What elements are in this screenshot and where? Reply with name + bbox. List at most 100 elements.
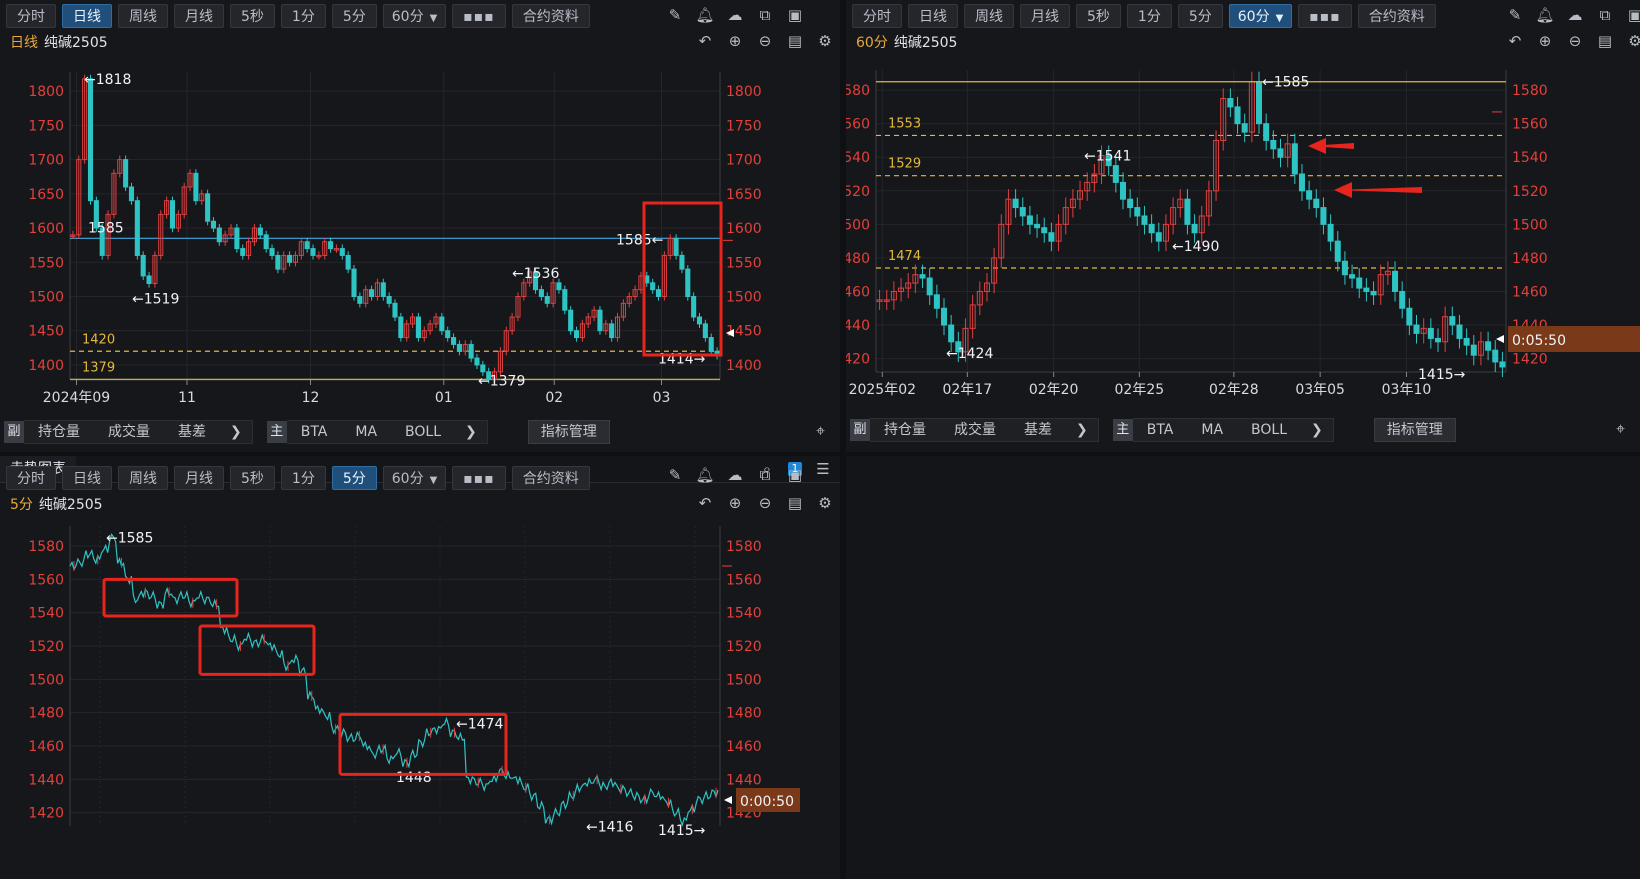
period-button-1[interactable]: 日线: [908, 4, 958, 28]
period-button-2[interactable]: 周线: [118, 4, 168, 28]
candle: [328, 241, 334, 250]
annotation-peak: 1585←: [616, 232, 663, 248]
settings-icon[interactable]: ⚙: [816, 32, 834, 50]
period-button-6[interactable]: 5分: [331, 4, 377, 28]
sub-indicator-0[interactable]: 持仓量: [870, 418, 940, 442]
candle: [673, 237, 679, 256]
chevron-right-icon[interactable]: ❯: [1066, 418, 1099, 442]
main-indicator-1[interactable]: MA: [341, 420, 392, 444]
indicator-manage-button[interactable]: 指标管理: [527, 420, 610, 444]
period-select-60[interactable]: 60分 ▼: [1228, 4, 1293, 28]
main-indicator-0[interactable]: BTA: [1132, 418, 1188, 442]
monitor-icon[interactable]: ▣: [1626, 6, 1640, 24]
cloud-icon[interactable]: ☁: [726, 466, 744, 484]
draw-icon[interactable]: ✎: [666, 6, 684, 24]
period-button-5[interactable]: 1分: [280, 4, 326, 28]
zoom-in-icon[interactable]: ⊕: [726, 32, 744, 50]
settings-icon[interactable]: ⚙: [816, 494, 834, 512]
indicator-manage-button[interactable]: 指标管理: [1373, 418, 1456, 442]
zoom-out-icon[interactable]: ⊖: [756, 32, 774, 50]
candle: [1306, 190, 1313, 200]
period-button-4[interactable]: 5秒: [230, 466, 275, 490]
layout-icon[interactable]: ▤: [1596, 32, 1614, 50]
layout-icon[interactable]: ▤: [786, 32, 804, 50]
contract-info-button[interactable]: 合约资料: [1357, 4, 1436, 28]
main-indicator-2[interactable]: BOLL: [391, 420, 456, 444]
chart-title: 日线 纯碱2505: [10, 32, 108, 52]
period-button-5[interactable]: 1分: [1126, 4, 1172, 28]
level-label: 1474: [888, 249, 921, 264]
undo-icon[interactable]: ↶: [696, 494, 714, 512]
period-button-4[interactable]: 5秒: [1076, 4, 1121, 28]
menu-icon[interactable]: ☰: [814, 460, 832, 478]
undo-icon[interactable]: ↶: [1506, 32, 1524, 50]
window-icon[interactable]: ⧉: [756, 6, 774, 24]
location-icon[interactable]: ⌖: [1616, 419, 1625, 439]
y-tick-right: 1550: [726, 255, 762, 271]
more-button[interactable]: ▪▪▪: [452, 4, 506, 28]
main-indicator-0[interactable]: BTA: [286, 420, 342, 444]
candle: [1034, 223, 1041, 229]
contract-info-button[interactable]: 合约资料: [511, 4, 590, 28]
main-indicator-2[interactable]: BOLL: [1237, 418, 1302, 442]
period-select-60[interactable]: 60分 ▼: [382, 4, 447, 28]
sub-indicator-0[interactable]: 持仓量: [24, 420, 94, 444]
zoom-out-icon[interactable]: ⊖: [1566, 32, 1584, 50]
draw-icon[interactable]: ✎: [1506, 6, 1524, 24]
period-button-3[interactable]: 月线: [174, 466, 224, 490]
chevron-right-icon[interactable]: ❯: [1301, 418, 1334, 442]
y-tick-left: 1460: [846, 284, 870, 300]
sub-indicator-2[interactable]: 基差: [164, 420, 220, 444]
y-tick-left: 1420: [28, 806, 64, 822]
cloud-icon[interactable]: ☁: [726, 6, 744, 24]
zoom-in-icon[interactable]: ⊕: [1536, 32, 1554, 50]
period-select-60[interactable]: 60分 ▼: [382, 466, 447, 490]
period-button-0[interactable]: 分时: [6, 466, 56, 490]
settings-icon[interactable]: ⚙: [1626, 32, 1640, 50]
period-button-1[interactable]: 日线: [62, 4, 112, 28]
period-button-0[interactable]: 分时: [852, 4, 902, 28]
contract-info-button[interactable]: 合约资料: [511, 466, 590, 490]
x-tick-label: 2024年09: [43, 390, 110, 406]
zoom-out-icon[interactable]: ⊖: [756, 494, 774, 512]
main-indicator-1[interactable]: MA: [1187, 418, 1238, 442]
alert-bell-icon[interactable]: 🔔︎: [695, 6, 714, 24]
period-button-2[interactable]: 周线: [118, 466, 168, 490]
period-button-6[interactable]: 5分: [1177, 4, 1223, 28]
undo-icon[interactable]: ↶: [696, 32, 714, 50]
period-button-5[interactable]: 1分: [280, 466, 326, 490]
period-button-3[interactable]: 月线: [1020, 4, 1070, 28]
candle: [948, 324, 955, 343]
layout-icon[interactable]: ▤: [786, 494, 804, 512]
chevron-right-icon[interactable]: ❯: [220, 420, 253, 444]
window-icon[interactable]: ⧉: [1596, 6, 1614, 24]
sub-indicator-1[interactable]: 成交量: [940, 418, 1010, 442]
zoom-in-icon[interactable]: ⊕: [726, 494, 744, 512]
alert-bell-icon[interactable]: 🔔︎: [695, 466, 714, 484]
hourly-candlestick-chart[interactable]: 1420142014401440146014601480148015001500…: [846, 56, 1640, 416]
more-button[interactable]: ▪▪▪: [452, 466, 506, 490]
candle: [193, 172, 199, 202]
monitor-icon[interactable]: ▣: [786, 6, 804, 24]
window-icon[interactable]: ⧉: [756, 466, 774, 484]
location-icon[interactable]: ⌖: [816, 421, 825, 441]
period-button-0[interactable]: 分时: [6, 4, 56, 28]
period-button-2[interactable]: 周线: [964, 4, 1014, 28]
cloud-icon[interactable]: ☁: [1566, 6, 1584, 24]
y-tick-left: 1750: [28, 118, 64, 134]
alert-bell-icon[interactable]: 🔔︎: [1535, 6, 1554, 24]
period-button-3[interactable]: 月线: [174, 4, 224, 28]
candle: [568, 309, 574, 332]
period-button-4[interactable]: 5秒: [230, 4, 275, 28]
period-button-1[interactable]: 日线: [62, 466, 112, 490]
sub-indicator-2[interactable]: 基差: [1010, 418, 1066, 442]
five-minute-line-chart[interactable]: 1420 14201440 14401460 14601480 14801500 1500…: [0, 518, 840, 879]
more-button[interactable]: ▪▪▪: [1298, 4, 1352, 28]
draw-icon[interactable]: ✎: [666, 466, 684, 484]
annotation-box-high: ←1474: [456, 717, 503, 733]
sub-indicator-1[interactable]: 成交量: [94, 420, 164, 444]
daily-candlestick-chart[interactable]: 1400 14001450 14501500 15001550 15501600 1600…: [0, 56, 840, 416]
period-button-6[interactable]: 5分: [331, 466, 377, 490]
monitor-icon[interactable]: ▣: [786, 466, 804, 484]
chevron-right-icon[interactable]: ❯: [455, 420, 488, 444]
